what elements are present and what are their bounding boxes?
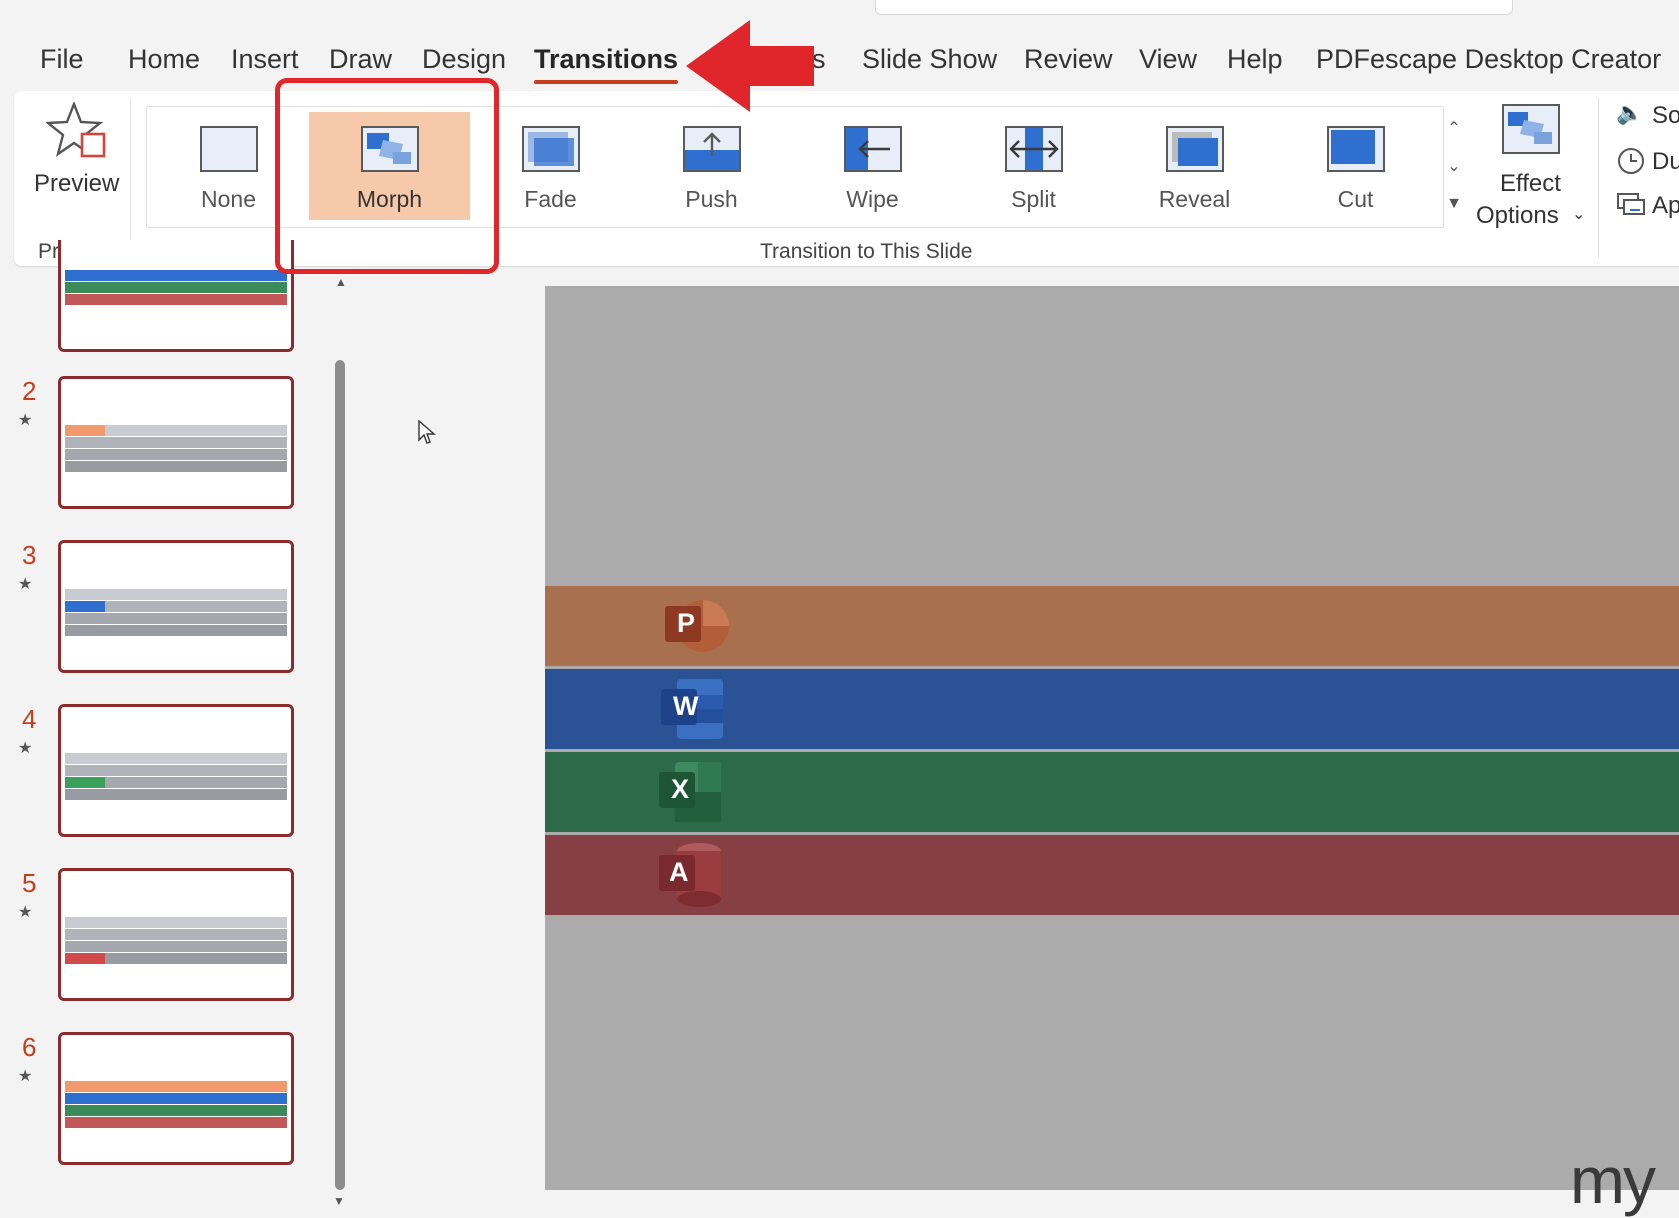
thumb-highlight [65, 601, 105, 612]
thumb-band [65, 282, 287, 293]
access-letter: A [669, 857, 689, 887]
cut-transition-icon [1326, 126, 1385, 172]
slide-thumbnail-6[interactable] [58, 1032, 294, 1165]
tab-slide-show[interactable]: Slide Show [862, 44, 997, 75]
powerpoint-icon [665, 600, 729, 652]
split-transition-icon [1004, 126, 1063, 172]
transition-split-label: Split [1011, 186, 1056, 212]
gallery-scroll-down-button[interactable]: ⌄ [1440, 148, 1468, 184]
tab-insert[interactable]: Insert [231, 44, 299, 75]
animation-star-icon: ★ [18, 412, 33, 429]
tab-help[interactable]: Help [1227, 44, 1283, 75]
thumb-highlight [65, 425, 105, 436]
animation-star-icon: ★ [18, 740, 33, 757]
ribbon-separator [130, 98, 131, 258]
gallery-more-button[interactable]: ▼ [1440, 186, 1468, 222]
transition-split[interactable]: Split [953, 112, 1114, 220]
animation-star-icon: ★ [18, 576, 33, 593]
slide-number: 3 [22, 540, 37, 570]
powerpoint-letter: P [677, 608, 696, 638]
excel-icon [659, 762, 721, 822]
effect-options-label-1: Effect [1500, 170, 1561, 197]
apply-to-all-label: Ap [1652, 192, 1679, 219]
slide-number: 4 [22, 704, 37, 734]
animation-star-icon: ★ [18, 1068, 33, 1085]
word-letter: W [673, 691, 699, 721]
slide-thumbnail-2[interactable] [58, 376, 294, 509]
tab-home[interactable]: Home [128, 44, 200, 75]
tab-draw[interactable]: Draw [329, 44, 392, 75]
effect-options-button[interactable]: Effect Options ⌄ [1470, 100, 1590, 230]
slide-thumbnail-4[interactable] [58, 704, 294, 837]
thumb-highlight [65, 953, 105, 964]
ribbon-separator [1598, 98, 1599, 258]
slide-number: 5 [22, 868, 37, 898]
reveal-transition-icon [1165, 126, 1224, 172]
effect-options-label-2: Options [1476, 202, 1559, 229]
mouse-cursor-icon [418, 420, 436, 444]
excel-band[interactable]: X [545, 752, 1679, 832]
apply-to-all-button[interactable]: Ap [1616, 188, 1679, 222]
menu-bar: File Home Insert Draw Design Transitions… [0, 36, 1679, 86]
sound-label: So [1652, 102, 1679, 129]
transition-cut[interactable]: Cut [1275, 112, 1436, 220]
morph-highlight-annotation [275, 78, 499, 274]
tab-transitions[interactable]: Transitions [534, 44, 679, 84]
access-band[interactable]: A [545, 835, 1679, 915]
transition-push-label: Push [685, 186, 738, 212]
thumb-highlight [65, 777, 105, 788]
preview-button-label: Preview [34, 170, 120, 197]
watermark: my [1570, 1143, 1656, 1217]
slide-canvas[interactable]: P W X A [545, 286, 1679, 1190]
pane-scrollbar[interactable] [335, 360, 345, 1190]
transition-reveal-label: Reveal [1158, 186, 1231, 212]
chevron-down-icon: ⌄ [1572, 206, 1586, 223]
slide-thumbnail-3[interactable] [58, 540, 294, 673]
gallery-scroll-up-button[interactable]: ⌃ [1440, 110, 1468, 146]
tab-review[interactable]: Review [1024, 44, 1113, 75]
transitions-group-label: Transition to This Slide [760, 240, 973, 263]
slide-number: 2 [22, 376, 37, 406]
thumb-band [65, 270, 287, 281]
duration-label: Du [1652, 148, 1679, 175]
none-transition-icon [199, 126, 258, 172]
transition-wipe-label: Wipe [846, 186, 899, 212]
access-icon [659, 843, 721, 907]
transition-wipe[interactable]: Wipe [792, 112, 953, 220]
apply-to-all-icon [1617, 193, 1645, 215]
transition-reveal[interactable]: Reveal [1114, 112, 1275, 220]
effect-options-icon [1502, 104, 1560, 154]
tab-design[interactable]: Design [422, 44, 506, 75]
pane-scroll-down-icon[interactable]: ▼ [333, 1194, 345, 1208]
fade-transition-icon [521, 126, 580, 172]
transition-cut-label: Cut [1337, 186, 1374, 212]
slide-thumbnail-1[interactable] [58, 240, 294, 352]
preview-button[interactable]: Preview [18, 98, 132, 218]
slide-number: 6 [22, 1032, 37, 1062]
preview-star-icon [46, 102, 106, 158]
more-icon: ▼ [1446, 195, 1462, 212]
red-arrow-annotation-icon [686, 20, 814, 112]
search-box[interactable] [875, 0, 1513, 15]
pane-scroll-up-icon[interactable]: ▲ [335, 275, 347, 289]
wipe-transition-icon [843, 126, 902, 172]
thumb-band [65, 294, 287, 305]
push-transition-icon [682, 126, 741, 172]
transition-push[interactable]: Push [631, 112, 792, 220]
excel-letter: X [671, 774, 690, 804]
chevron-up-icon: ⌃ [1447, 120, 1461, 137]
duration-clock-icon [1618, 148, 1644, 174]
animation-star-icon: ★ [18, 904, 33, 921]
powerpoint-band[interactable]: P [545, 586, 1679, 666]
tab-pdfescape[interactable]: PDFescape Desktop Creator [1316, 44, 1661, 75]
sound-control[interactable]: 🔈 So [1616, 100, 1679, 134]
duration-control[interactable]: Du [1616, 144, 1679, 178]
sound-icon: 🔈 [1616, 100, 1644, 125]
tab-file[interactable]: File [40, 44, 84, 75]
chevron-down-icon: ⌄ [1447, 158, 1461, 175]
word-band[interactable]: W [545, 669, 1679, 749]
tab-view[interactable]: View [1139, 44, 1197, 75]
slide-thumbnail-5[interactable] [58, 868, 294, 1001]
